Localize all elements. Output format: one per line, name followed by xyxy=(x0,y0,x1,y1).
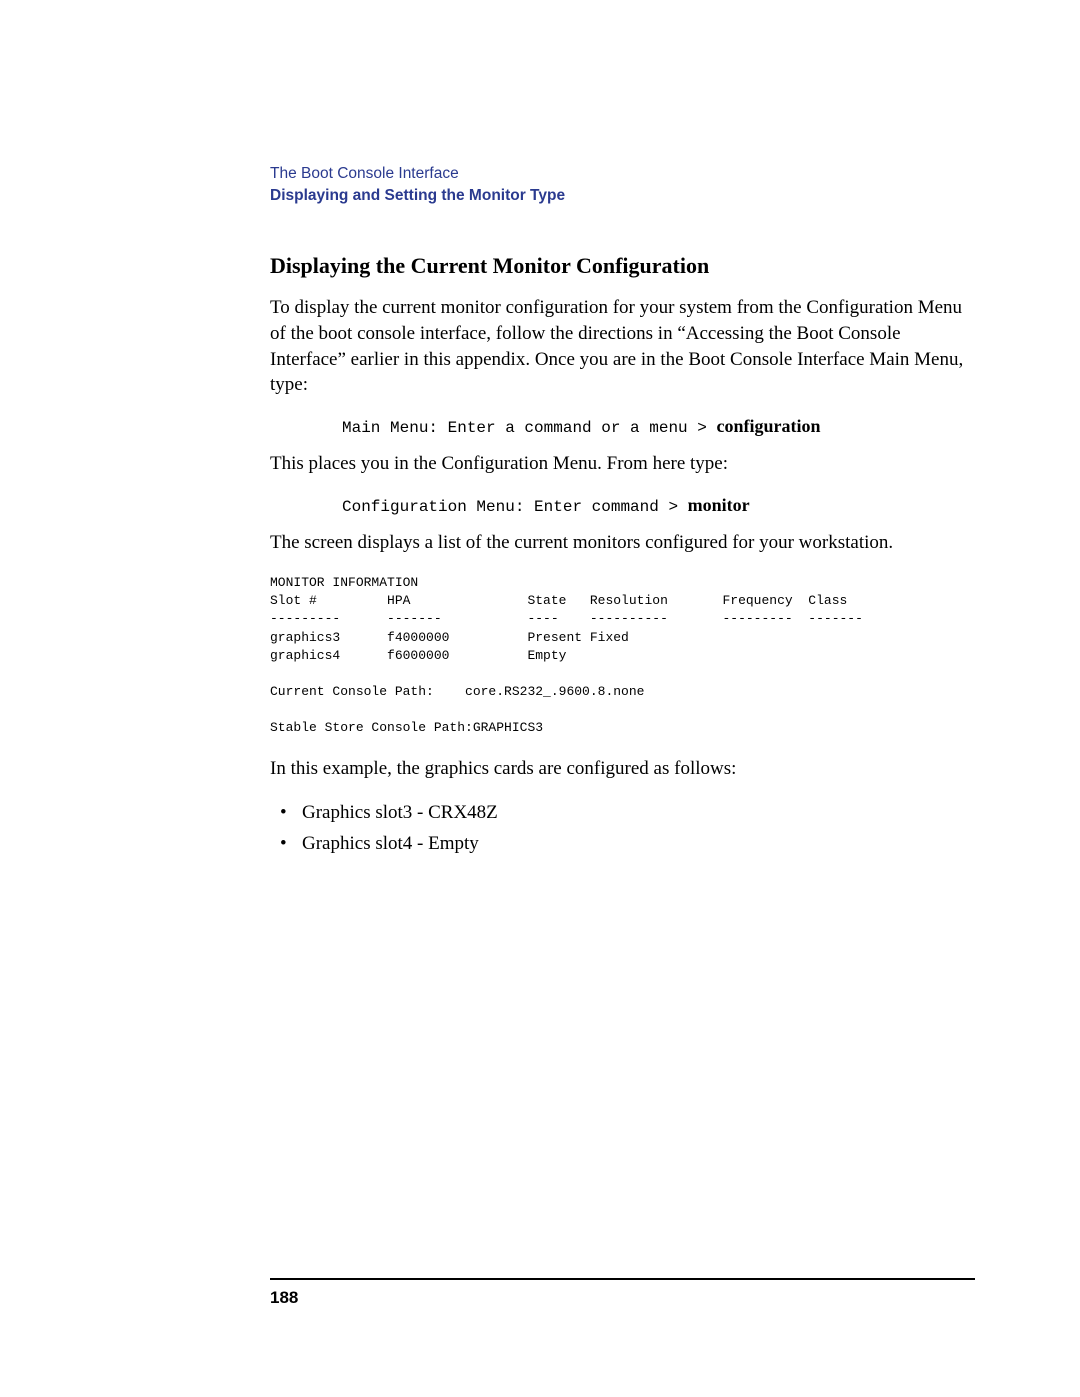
command-example: Configuration Menu: Enter command > moni… xyxy=(342,495,975,516)
command-prompt: Main Menu: Enter a command or a menu > xyxy=(342,419,716,437)
terminal-output: MONITOR INFORMATION Slot # HPA State Res… xyxy=(270,574,975,738)
paragraph: The screen displays a list of the curren… xyxy=(270,530,975,556)
paragraph: In this example, the graphics cards are … xyxy=(270,756,975,782)
footer-divider xyxy=(270,1278,975,1280)
document-page: The Boot Console Interface Displaying an… xyxy=(0,0,1080,1397)
list-item: Graphics slot4 - Empty xyxy=(270,830,975,859)
command-example: Main Menu: Enter a command or a menu > c… xyxy=(342,416,975,437)
page-number: 188 xyxy=(270,1288,298,1308)
bullet-list: Graphics slot3 - CRX48Z Graphics slot4 -… xyxy=(270,799,975,858)
paragraph: This places you in the Configuration Men… xyxy=(270,451,975,477)
command-input: monitor xyxy=(688,495,750,515)
paragraph: To display the current monitor configura… xyxy=(270,295,975,398)
command-prompt: Configuration Menu: Enter command > xyxy=(342,498,688,516)
chapter-title: The Boot Console Interface xyxy=(270,165,975,183)
list-item: Graphics slot3 - CRX48Z xyxy=(270,799,975,828)
subsection-heading: Displaying the Current Monitor Configura… xyxy=(270,253,975,279)
command-input: configuration xyxy=(716,416,820,436)
section-title: Displaying and Setting the Monitor Type xyxy=(270,187,975,205)
